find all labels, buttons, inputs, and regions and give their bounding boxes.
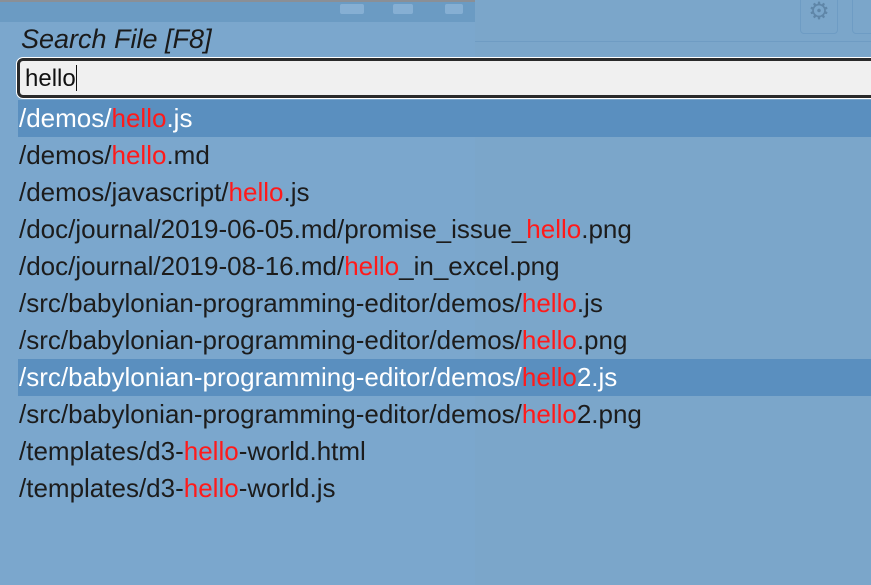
toolbar-divider <box>475 41 871 42</box>
path-text: _in_excel.png <box>399 251 560 281</box>
match-highlight: hello <box>183 473 239 503</box>
path-text: .png <box>581 214 632 244</box>
result-item[interactable]: /templates/d3-hello-world.js <box>18 470 871 507</box>
result-item[interactable]: /src/babylonian-programming-editor/demos… <box>18 359 871 396</box>
search-input[interactable]: hello <box>16 57 871 99</box>
path-text: 2.png <box>576 399 642 429</box>
path-text: /demos/ <box>19 103 112 133</box>
result-item[interactable]: /demos/javascript/hello.js <box>18 174 871 211</box>
path-text: -world.html <box>238 436 366 466</box>
path-text: /doc/journal/2019-08-16.md/ <box>19 251 345 281</box>
path-text: /src/babylonian-programming-editor/demos… <box>19 325 522 355</box>
match-highlight: hello <box>521 288 577 318</box>
match-highlight: hello <box>521 399 577 429</box>
path-text: /src/babylonian-programming-editor/demos… <box>19 399 522 429</box>
match-highlight: hello <box>521 362 577 392</box>
match-highlight: hello <box>111 103 167 133</box>
path-text: /demos/javascript/ <box>19 177 229 207</box>
path-text: /src/babylonian-programming-editor/demos… <box>19 288 522 318</box>
close-icon[interactable] <box>445 4 463 14</box>
result-item[interactable]: /src/babylonian-programming-editor/demos… <box>18 285 871 322</box>
window-titlebar[interactable] <box>0 2 475 22</box>
path-text: -world.js <box>238 473 336 503</box>
path-text: /demos/ <box>19 140 112 170</box>
match-highlight: hello <box>228 177 284 207</box>
match-highlight: hello <box>521 325 577 355</box>
result-item[interactable]: /templates/d3-hello-world.html <box>18 433 871 470</box>
result-item[interactable]: /demos/hello.js <box>18 100 871 137</box>
search-value: hello <box>25 65 76 92</box>
match-highlight: hello <box>344 251 400 281</box>
result-item[interactable]: /doc/journal/2019-08-16.md/hello_in_exce… <box>18 248 871 285</box>
path-text: .js <box>576 288 603 318</box>
result-item[interactable]: /src/babylonian-programming-editor/demos… <box>18 322 871 359</box>
result-item[interactable]: /doc/journal/2019-06-05.md/promise_issue… <box>18 211 871 248</box>
match-highlight: hello <box>183 436 239 466</box>
result-item[interactable]: /src/babylonian-programming-editor/demos… <box>18 396 871 433</box>
path-text: .js <box>166 103 193 133</box>
path-text: .md <box>166 140 210 170</box>
match-highlight: hello <box>526 214 582 244</box>
path-text: /templates/d3- <box>19 436 184 466</box>
match-highlight: hello <box>111 140 167 170</box>
dialog-title: Search File [F8] <box>21 24 212 54</box>
path-text: /templates/d3- <box>19 473 184 503</box>
path-text: /doc/journal/2019-06-05.md/promise_issue… <box>19 214 527 244</box>
maximize-icon[interactable] <box>393 4 413 14</box>
text-caret <box>75 65 77 91</box>
path-text: .png <box>576 325 628 355</box>
path-text: .js <box>283 177 310 207</box>
path-text: 2.js <box>576 362 618 392</box>
minimize-icon[interactable] <box>340 4 364 14</box>
result-item[interactable]: /demos/hello.md <box>18 137 871 174</box>
gear-icon[interactable]: ⚙ <box>800 0 838 34</box>
path-text: /src/babylonian-programming-editor/demos… <box>19 362 522 392</box>
toolbar-button[interactable] <box>852 0 871 34</box>
results-list: /demos/hello.js/demos/hello.md/demos/jav… <box>18 100 871 507</box>
